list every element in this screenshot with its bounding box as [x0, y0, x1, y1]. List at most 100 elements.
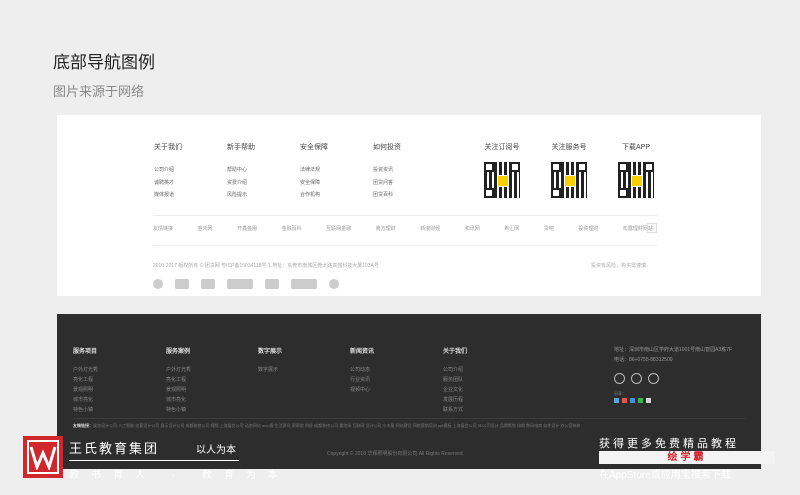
- promo-badge: 绘学霸: [599, 451, 775, 464]
- footer-link[interactable]: 合作机构: [300, 189, 328, 202]
- friend-links-list[interactable]: 展览设计公司 人工智能 创意设计公司 展示设计公司 成都装修公司 视频 上海展览…: [93, 423, 580, 428]
- footer-link[interactable]: 安全保障: [300, 177, 328, 190]
- brand-subtitle: 教书育人 · 教育为本: [69, 470, 290, 481]
- column-heading: 新闻资讯: [350, 349, 375, 355]
- phone-icon[interactable]: [648, 373, 659, 384]
- friend-link[interactable]: 新浪财经: [420, 225, 440, 232]
- friend-link[interactable]: 开鑫金服: [237, 225, 257, 232]
- column-heading: 服务案例: [166, 349, 191, 355]
- footer-link[interactable]: 公司动态: [350, 365, 374, 375]
- copyright-text: Copyright © 2018 华辉照明股份有限公司 All Rights R…: [327, 451, 463, 457]
- footer-link[interactable]: 行业资讯: [350, 375, 374, 385]
- divider: [153, 245, 657, 246]
- footer-link[interactable]: 城市亮化: [73, 395, 98, 405]
- footer-link[interactable]: 媒体报道: [154, 189, 182, 202]
- footer-link[interactable]: 企业文化: [443, 385, 467, 395]
- friend-links-row: 友情链接 金元网 开鑫金服 金融百科 互联网金融 南方理财 新浪财经 和讯网 希…: [153, 225, 653, 232]
- share-more-icon[interactable]: [646, 398, 651, 403]
- friend-link[interactable]: 金融百科: [282, 225, 302, 232]
- qr-label: 下载APP: [621, 144, 650, 151]
- footer-link[interactable]: 发展历程: [443, 395, 467, 405]
- promo-text: 获得更多免费精品教程: [599, 438, 739, 450]
- more-links-button[interactable]: …: [647, 223, 657, 233]
- footer-link[interactable]: 公司介绍: [443, 365, 467, 375]
- cert-badge-icon[interactable]: [329, 279, 339, 289]
- friend-link[interactable]: 贷吧: [544, 225, 554, 232]
- friend-link[interactable]: 投资理财: [578, 225, 598, 232]
- footer-link[interactable]: 景观照明: [166, 385, 191, 395]
- weibo-icon[interactable]: [614, 373, 625, 384]
- qr-label: 关注订阅号: [484, 144, 520, 151]
- column-heading: 新手帮助: [227, 144, 255, 151]
- footer-link[interactable]: 团贷百科: [373, 189, 401, 202]
- footer-column-cases: 服务案例 户外灯光秀 亮化工程 景观照明 城市亮化 特色小镇: [166, 346, 191, 415]
- contact-phone: 电话：86+0755-88312500: [614, 357, 673, 363]
- footer-link[interactable]: 景观照明: [73, 385, 98, 395]
- page-subtitle: 图片来源于网络: [53, 84, 145, 99]
- promo-download-text: 在AppStore或应用宝搜索下载: [599, 470, 731, 481]
- column-heading: 服务项目: [73, 349, 98, 355]
- qr-code-icon: [551, 162, 587, 198]
- brand-tagline: 以人为本: [196, 445, 236, 456]
- footer-link[interactable]: 风险提示: [227, 189, 255, 202]
- divider: [69, 460, 239, 461]
- footer-link[interactable]: 亮化工程: [166, 375, 191, 385]
- risk-note: 投资有风险，购买需谨慎: [591, 263, 647, 269]
- footer-link[interactable]: 帮助中心: [227, 164, 255, 177]
- cert-badge-icon[interactable]: [291, 279, 317, 289]
- share-weibo-icon[interactable]: [622, 398, 627, 403]
- footer-link[interactable]: 投资资讯: [373, 164, 401, 177]
- friend-link: 友情链接: [153, 226, 174, 232]
- footer-link[interactable]: 特色小镇: [73, 405, 98, 415]
- column-heading: 如何投资: [373, 144, 401, 151]
- footer-column-about: 关于我们 公司介绍 诚聘英才 媒体报道: [154, 142, 182, 202]
- footer-column-services: 服务项目 户外灯光秀 亮化工程 景观照明 城市亮化 特色小镇: [73, 346, 98, 415]
- friend-links: 友情链接：展览设计公司 人工智能 创意设计公司 展示设计公司 成都装修公司 视频…: [73, 423, 753, 429]
- footer-link[interactable]: 公司介绍: [154, 164, 182, 177]
- cert-badge-icon[interactable]: [265, 279, 279, 289]
- footer-link[interactable]: 户外灯光秀: [166, 365, 191, 375]
- qr-app: 下载APP: [616, 142, 656, 198]
- brand-name: 王氏教育集团: [69, 441, 160, 456]
- certification-badges: [153, 279, 339, 289]
- cert-badge-icon[interactable]: [153, 279, 163, 289]
- footer-link[interactable]: 团贷问答: [373, 177, 401, 190]
- contact-address: 地址：深圳市南山区学府大道1001号南山智园A3栋7F: [614, 347, 733, 353]
- share-qq-icon[interactable]: [630, 398, 635, 403]
- qr-subscription: 关注订阅号: [482, 142, 522, 198]
- friend-link[interactable]: 金元网: [198, 225, 213, 232]
- cert-badge-icon[interactable]: [227, 279, 253, 289]
- friend-link[interactable]: 南方理财: [376, 225, 396, 232]
- column-heading: 安全保障: [300, 144, 328, 151]
- footer-link[interactable]: 城市亮化: [166, 395, 191, 405]
- footer-column-help: 新手帮助 帮助中心 资费介绍 风险提示: [227, 142, 255, 202]
- footer-link[interactable]: 服务团队: [443, 375, 467, 385]
- qr-code-icon: [484, 162, 520, 198]
- footer-link[interactable]: 资费介绍: [227, 177, 255, 190]
- cert-badge-icon[interactable]: [201, 279, 215, 289]
- footer-link[interactable]: 特色小镇: [166, 405, 191, 415]
- wechat-icon[interactable]: [631, 373, 642, 384]
- footer-link[interactable]: 户外灯光秀: [73, 365, 98, 375]
- cert-badge-icon[interactable]: [175, 279, 189, 289]
- footer-link[interactable]: 视频中心: [350, 385, 374, 395]
- divider: [73, 418, 745, 419]
- friend-link[interactable]: 希汇网: [504, 225, 519, 232]
- footer-link[interactable]: 诚聘英才: [154, 177, 182, 190]
- footer-column-news: 新闻资讯 公司动态 行业资讯 视频中心: [350, 346, 374, 395]
- footer-link[interactable]: 亮化工程: [73, 375, 98, 385]
- share-label: 分享：: [614, 391, 626, 396]
- friend-link[interactable]: 互联网金融: [326, 225, 351, 232]
- divider: [153, 215, 657, 216]
- share-qzone-icon[interactable]: [614, 398, 619, 403]
- contact-info: 地址：深圳市南山区学府大道1001号南山智园A3栋7F 电话：86+0755-8…: [614, 345, 732, 365]
- friend-link[interactable]: 和讯网: [465, 225, 480, 232]
- share-wechat-icon[interactable]: [638, 398, 643, 403]
- footer-link[interactable]: 数字展示: [258, 365, 282, 375]
- footer-column-digital: 数字展示 数字展示: [258, 346, 282, 375]
- footer-link[interactable]: 法律法规: [300, 164, 328, 177]
- share-icons: [614, 398, 651, 403]
- footer-link[interactable]: 联系方式: [443, 405, 467, 415]
- qr-label: 关注服务号: [551, 144, 587, 151]
- copyright-text: 2010-2017 版权所有 © 团贷网 粤ICP备15034118号-1 地址…: [153, 263, 379, 269]
